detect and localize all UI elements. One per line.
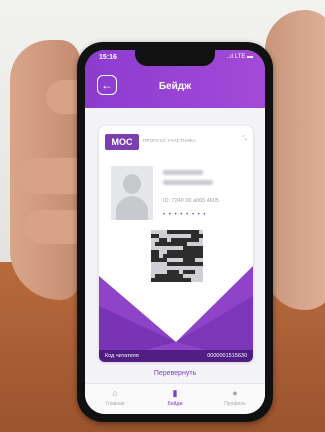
tab-badge-label: Бейдж xyxy=(167,401,183,407)
logo: МОС xyxy=(105,134,139,150)
reader-code-bar: Код читателя 0000001515630 xyxy=(99,350,253,362)
avatar xyxy=(111,166,153,220)
phone: 15:16 ..ıl LTE ▬ ← Бейдж МОС ПРОПУСК УЧА… xyxy=(77,42,273,422)
reader-label: Код читателя xyxy=(105,353,139,359)
status-time: 15:16 xyxy=(99,54,117,61)
tab-bar: ⌂ Главная ▮ Бейдж ● Профиль xyxy=(85,383,265,414)
tab-home-label: Главная xyxy=(105,401,125,407)
left-hand xyxy=(10,40,106,300)
badge-dots: • • • • • • • • xyxy=(163,212,207,218)
page-title: Бейдж xyxy=(158,81,192,92)
home-icon: ⌂ xyxy=(112,388,118,398)
badge-icon: ▮ xyxy=(172,388,178,398)
expand-icon[interactable]: ⤡ xyxy=(242,136,247,143)
flip-button[interactable]: Перевернуть xyxy=(85,370,265,377)
profile-icon: ● xyxy=(232,388,238,398)
tab-profile-label: Профиль xyxy=(224,401,246,407)
surname-blurred xyxy=(163,180,213,185)
qr-code xyxy=(147,226,207,286)
badge-card: МОС ПРОПУСК УЧАСТНИКА ⤡ ID: 7240 00 a065… xyxy=(99,126,253,362)
notch xyxy=(135,50,215,66)
name-blurred xyxy=(163,170,203,175)
status-icons: ..ıl LTE ▬ xyxy=(226,54,253,60)
tab-badge[interactable]: ▮ Бейдж xyxy=(145,388,205,407)
badge-id: ID: 7240 00 a065 4605 xyxy=(163,198,219,204)
tab-home[interactable]: ⌂ Главная xyxy=(85,388,145,407)
phone-screen: 15:16 ..ıl LTE ▬ ← Бейдж МОС ПРОПУСК УЧА… xyxy=(85,50,265,414)
reader-value: 0000001515630 xyxy=(207,353,247,359)
tab-profile[interactable]: ● Профиль xyxy=(205,388,265,407)
right-hand xyxy=(265,10,325,310)
badge-subtitle: ПРОПУСК УЧАСТНИКА xyxy=(143,138,196,143)
